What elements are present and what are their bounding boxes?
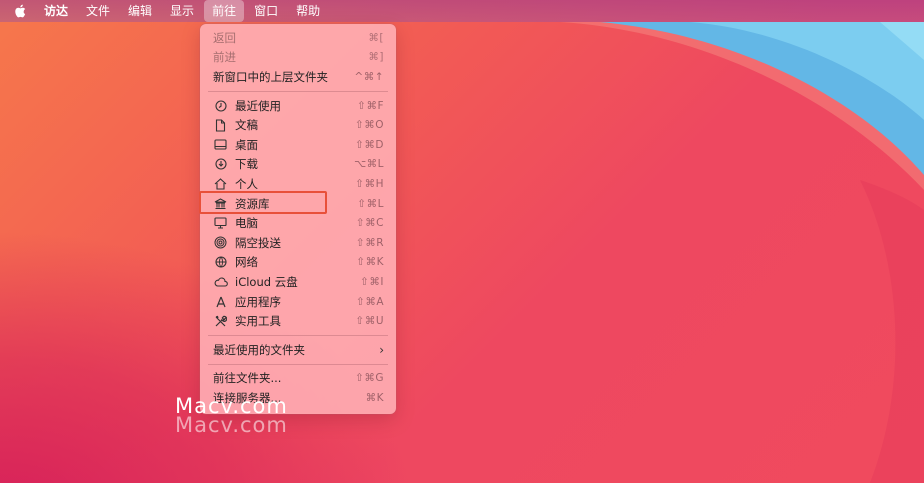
menu-file[interactable]: 文件 xyxy=(78,0,118,22)
shortcut-label: ⌥⌘L xyxy=(354,158,384,171)
shortcut-label: ⇧⌘R xyxy=(355,236,384,249)
shortcut-label: ⇧⌘A xyxy=(356,295,384,308)
shortcut-label: ⌘K xyxy=(365,391,384,404)
apple-logo-icon[interactable] xyxy=(12,4,28,18)
network-icon xyxy=(213,255,228,269)
menu-separator xyxy=(208,334,388,336)
menu-item-go-to-folder[interactable]: 前往文件夹... ⇧⌘G xyxy=(200,369,396,389)
menu-item-label: 个人 xyxy=(235,176,258,191)
menu-item-icloud-drive[interactable]: iCloud 云盘 ⇧⌘I xyxy=(200,272,396,292)
wallpaper xyxy=(560,22,924,483)
clock-icon xyxy=(213,99,228,113)
shortcut-label: ⇧⌘L xyxy=(357,197,384,210)
document-icon xyxy=(213,118,228,132)
menu-item-label: 桌面 xyxy=(235,137,258,152)
menu-window[interactable]: 窗口 xyxy=(246,0,286,22)
home-icon xyxy=(213,177,228,191)
menu-item-label: 前进 xyxy=(213,50,236,65)
menu-item-label: 返回 xyxy=(213,30,236,45)
menu-item-label: 实用工具 xyxy=(235,314,281,329)
shortcut-label: ⌘[ xyxy=(368,31,384,44)
menu-bar: 访达 文件 编辑 显示 前往 窗口 帮助 xyxy=(0,0,924,22)
menu-item-label: 下载 xyxy=(235,157,258,172)
shortcut-label: ⇧⌘F xyxy=(357,99,384,112)
shortcut-label: ^⌘↑ xyxy=(354,70,384,83)
watermark-reflection: Macv.com xyxy=(175,413,288,437)
menu-item-computer[interactable]: 电脑 ⇧⌘C xyxy=(200,213,396,233)
cloud-icon xyxy=(213,275,228,289)
menu-item-label: 最近使用的文件夹 xyxy=(213,342,305,357)
menu-separator xyxy=(208,363,388,365)
menu-item-desktop[interactable]: 桌面 ⇧⌘D xyxy=(200,135,396,155)
menu-item-label: 隔空投送 xyxy=(235,235,281,250)
shortcut-label: ⇧⌘O xyxy=(354,119,384,132)
menu-item-network[interactable]: 网络 ⇧⌘K xyxy=(200,253,396,273)
highlight-annotation-box xyxy=(199,191,327,214)
menu-item-utilities[interactable]: 实用工具 ⇧⌘U xyxy=(200,311,396,331)
menu-item-applications[interactable]: 应用程序 ⇧⌘A xyxy=(200,292,396,312)
menu-item-label: 网络 xyxy=(235,255,258,270)
menu-item-recent-folders[interactable]: 最近使用的文件夹 › xyxy=(200,340,396,360)
menu-help[interactable]: 帮助 xyxy=(288,0,328,22)
menu-item-label: 电脑 xyxy=(235,216,258,231)
menu-item-airdrop[interactable]: 隔空投送 ⇧⌘R xyxy=(200,233,396,253)
menu-view[interactable]: 显示 xyxy=(162,0,202,22)
menu-item-downloads[interactable]: 下载 ⌥⌘L xyxy=(200,155,396,175)
download-icon xyxy=(213,157,228,171)
applications-icon xyxy=(213,295,228,309)
desktop-icon xyxy=(213,138,228,152)
menu-item-label: 前往文件夹... xyxy=(213,371,282,386)
menu-item-label: 文稿 xyxy=(235,118,258,133)
shortcut-label: ⇧⌘I xyxy=(360,275,384,288)
menu-item-label: 新窗口中的上层文件夹 xyxy=(213,69,328,84)
menu-go[interactable]: 前往 xyxy=(204,0,245,22)
shortcut-label: ⇧⌘K xyxy=(356,256,384,269)
menu-item-documents[interactable]: 文稿 ⇧⌘O xyxy=(200,115,396,135)
menu-item-enclosing-folder-new-window[interactable]: 新窗口中的上层文件夹 ^⌘↑ xyxy=(200,67,396,87)
shortcut-label: ⇧⌘D xyxy=(355,138,384,151)
shortcut-label: ⌘] xyxy=(368,51,384,64)
menu-item-recents[interactable]: 最近使用 ⇧⌘F xyxy=(200,96,396,116)
menu-item-back[interactable]: 返回 ⌘[ xyxy=(200,28,396,48)
menu-separator xyxy=(208,90,388,92)
go-menu-dropdown: 返回 ⌘[ 前进 ⌘] 新窗口中的上层文件夹 ^⌘↑ 最近使用 ⇧⌘F 文稿 ⇧… xyxy=(200,24,396,414)
menu-edit[interactable]: 编辑 xyxy=(120,0,160,22)
menu-finder[interactable]: 访达 xyxy=(36,0,76,22)
shortcut-label: ⇧⌘G xyxy=(355,372,384,385)
shortcut-label: ⇧⌘C xyxy=(355,217,384,230)
menu-item-label: 应用程序 xyxy=(235,294,281,309)
computer-icon xyxy=(213,216,228,230)
menu-item-label: 最近使用 xyxy=(235,98,281,113)
menu-item-label: iCloud 云盘 xyxy=(235,274,298,289)
airdrop-icon xyxy=(213,236,228,250)
chevron-right-icon: › xyxy=(379,342,384,357)
menu-item-forward[interactable]: 前进 ⌘] xyxy=(200,48,396,68)
utilities-icon xyxy=(213,314,228,328)
shortcut-label: ⇧⌘H xyxy=(355,177,384,190)
shortcut-label: ⇧⌘U xyxy=(355,315,384,328)
